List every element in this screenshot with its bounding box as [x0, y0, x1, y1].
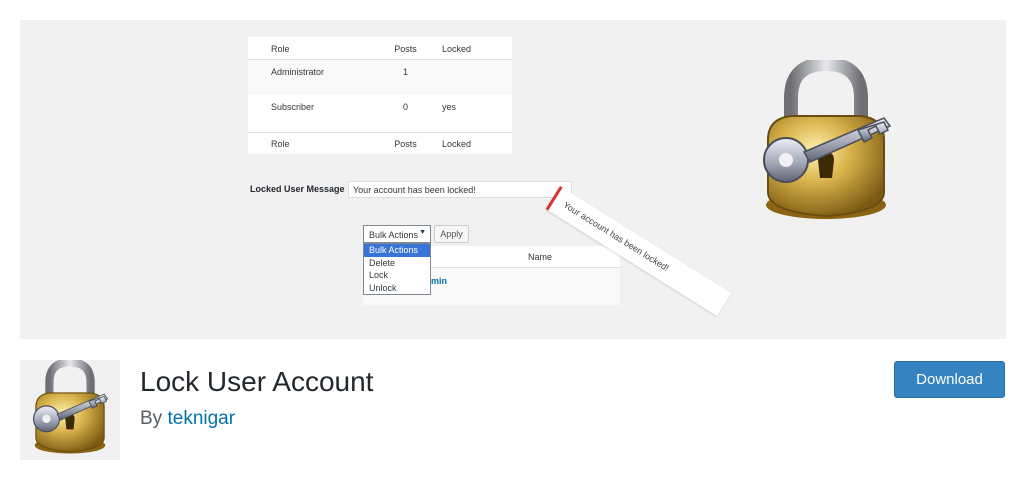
column-role: Role — [271, 44, 290, 54]
download-button[interactable]: Download — [894, 361, 1005, 398]
plugin-banner: Role Posts Locked Administrator 1 Subscr… — [20, 20, 1006, 339]
bulk-actions-dropdown: Bulk Actions Delete Lock Unlock — [363, 243, 431, 295]
apply-button[interactable]: Apply — [434, 225, 469, 243]
dropdown-option-bulk-actions[interactable]: Bulk Actions — [364, 244, 430, 257]
cell-locked: yes — [442, 102, 457, 112]
plugin-icon — [20, 358, 120, 460]
table-row: Subscriber 0 yes — [248, 95, 512, 131]
username-link[interactable]: min — [431, 276, 447, 286]
roles-table-header: Role Posts Locked — [248, 37, 512, 59]
chevron-down-icon: ▼ — [419, 229, 426, 236]
by-label: By — [140, 408, 163, 429]
padlock-with-key-icon — [32, 358, 109, 454]
cell-posts: 0 — [402, 102, 408, 112]
column-role: Role — [271, 139, 290, 149]
dropdown-option-unlock[interactable]: Unlock — [364, 282, 430, 295]
column-posts: Posts — [394, 44, 417, 54]
column-locked: Locked — [442, 139, 472, 149]
locked-message-field[interactable]: Your account has been locked! — [348, 181, 572, 198]
plugin-title: Lock User Account — [140, 366, 374, 397]
byline: By teknigar — [140, 408, 235, 430]
bulk-actions-select[interactable]: Bulk Actions ▼ — [363, 225, 431, 243]
cell-role: Subscriber — [271, 102, 315, 112]
locked-message-label: Locked User Message — [250, 184, 345, 194]
column-name[interactable]: Name — [528, 252, 552, 262]
roles-table: Role Posts Locked Administrator 1 Subscr… — [248, 37, 512, 154]
table-row: Administrator 1 — [248, 60, 512, 95]
column-locked: Locked — [442, 44, 472, 54]
author-link[interactable]: teknigar — [167, 408, 235, 429]
roles-table-footer: Role Posts Locked — [248, 133, 512, 154]
dropdown-option-delete[interactable]: Delete — [364, 257, 430, 270]
cell-role: Administrator — [271, 67, 325, 77]
cell-posts: 1 — [402, 67, 408, 77]
padlock-with-key-icon — [763, 60, 892, 219]
dropdown-option-lock[interactable]: Lock — [364, 269, 430, 282]
bulk-actions-selected: Bulk Actions — [369, 230, 419, 240]
column-posts: Posts — [394, 139, 417, 149]
